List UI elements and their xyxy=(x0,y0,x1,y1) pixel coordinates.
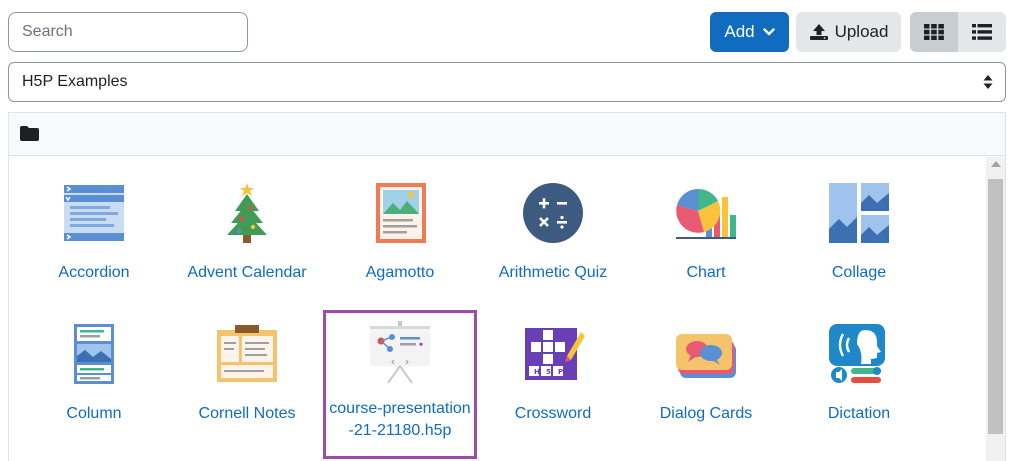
file-tile-cornell-notes[interactable]: Cornell Notes xyxy=(172,312,322,452)
column-icon xyxy=(74,324,114,384)
svg-text:P: P xyxy=(558,368,563,376)
svg-text:5: 5 xyxy=(546,368,551,376)
arithmetic-icon xyxy=(523,183,583,243)
file-tile-arithmetic-quiz[interactable]: Arithmetic Quiz xyxy=(478,171,628,311)
file-name: Accordion xyxy=(58,264,130,281)
add-button[interactable]: Add xyxy=(710,12,789,52)
file-name: Collage xyxy=(831,264,887,281)
repository-select[interactable]: H5P Examples xyxy=(8,62,1006,102)
upload-button[interactable]: Upload xyxy=(796,12,901,52)
upload-button-label: Upload xyxy=(834,22,889,41)
file-name: Arithmetic Quiz xyxy=(498,264,608,281)
file-tile-collage[interactable]: Collage xyxy=(784,171,934,311)
presentation-icon xyxy=(370,321,430,384)
folder-path-bar xyxy=(9,113,1005,156)
file-name: course-presentation-21-21180.h5p xyxy=(329,400,471,439)
file-tile-crossword[interactable]: H 5 P Crossword xyxy=(478,312,628,452)
svg-text:H: H xyxy=(534,368,540,376)
scrollbar-thumb[interactable] xyxy=(988,179,1003,434)
picture-frame-icon xyxy=(376,183,426,243)
file-name: Column xyxy=(66,405,122,422)
file-tile-agamotto[interactable]: Agamotto xyxy=(325,171,475,311)
list-view-button[interactable] xyxy=(958,12,1006,52)
file-tile-dialog-cards[interactable]: Dialog Cards xyxy=(631,312,781,452)
file-name: Agamotto xyxy=(365,264,435,281)
grid-icon xyxy=(924,24,944,40)
file-name: Dialog Cards xyxy=(659,405,753,422)
accordion-icon xyxy=(64,185,124,241)
christmas-tree-icon xyxy=(227,183,267,243)
collage-icon xyxy=(829,183,889,243)
chart-icon xyxy=(676,188,736,239)
file-browser-panel: Accordion Advent Calendar Agamotto Arith… xyxy=(8,112,1006,461)
grid-view-button[interactable] xyxy=(910,12,958,52)
add-button-label: Add xyxy=(724,22,755,41)
file-tile-chart[interactable]: Chart xyxy=(631,171,781,311)
chevron-down-icon xyxy=(762,28,775,36)
file-tile-accordion[interactable]: Accordion xyxy=(19,171,169,311)
scroll-up-arrow[interactable] xyxy=(991,161,1001,167)
file-name: Dictation xyxy=(827,405,891,422)
file-tile-advent-calendar[interactable]: Advent Calendar xyxy=(172,171,322,311)
repository-select-value: H5P Examples xyxy=(22,73,128,90)
upload-icon xyxy=(809,24,828,40)
file-name: Crossword xyxy=(514,405,592,422)
file-name: Advent Calendar xyxy=(187,264,307,281)
notes-icon xyxy=(217,325,277,382)
file-tile-dictation[interactable]: Dictation xyxy=(784,312,934,452)
scrollbar[interactable] xyxy=(986,157,1005,461)
file-tile-column[interactable]: Column xyxy=(19,312,169,452)
sort-caret-icon xyxy=(983,75,993,89)
dialog-cards-icon xyxy=(676,334,736,378)
list-icon xyxy=(972,24,992,40)
dictation-icon xyxy=(829,324,885,383)
file-name: Chart xyxy=(686,264,726,281)
file-tile-course-presentation[interactable]: course-presentation-21-21180.h5p xyxy=(323,310,477,459)
file-name: Cornell Notes xyxy=(198,405,296,422)
search-input[interactable]: Search xyxy=(8,12,248,52)
folder-icon[interactable] xyxy=(20,126,39,141)
crossword-icon: H 5 P xyxy=(525,328,585,380)
